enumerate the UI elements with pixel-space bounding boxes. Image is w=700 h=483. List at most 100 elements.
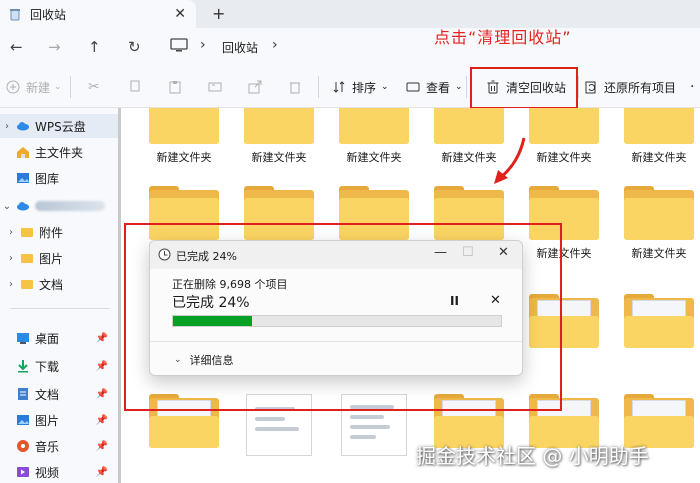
new-icon — [6, 80, 20, 94]
sidebar-item-label: 视频 — [35, 465, 60, 480]
view-label: 查看 — [426, 80, 451, 95]
sidebar-item-home[interactable]: 主文件夹 — [0, 140, 118, 164]
sidebar-item-downloads[interactable]: 下载 📌 — [0, 354, 118, 378]
music-icon — [17, 440, 29, 452]
sidebar-divider — [10, 308, 110, 309]
sidebar-item-label: 图片 — [35, 413, 60, 428]
sidebar-item-wps-cloud[interactable]: › WPS云盘 — [0, 114, 118, 138]
computer-icon[interactable] — [170, 38, 188, 52]
breadcrumb-recycle-bin[interactable]: 回收站 — [222, 39, 258, 56]
sort-button[interactable]: 排序 ⌄ — [332, 66, 389, 108]
maximize-icon[interactable]: ☐ — [462, 245, 474, 260]
dialog-titlebar[interactable]: 已完成 24% — ☐ ✕ — [150, 241, 522, 269]
dialog-description: 正在删除 9,698 个项目 — [172, 278, 288, 291]
progress-text: 已完成 24% — [172, 295, 250, 311]
minimize-icon[interactable]: — — [434, 245, 447, 260]
cancel-icon[interactable]: ✕ — [490, 293, 501, 308]
cloud-icon — [17, 122, 29, 131]
pin-icon[interactable]: 📌 — [96, 389, 108, 400]
folder-icon — [624, 108, 694, 144]
folder-icon — [339, 108, 409, 144]
refresh-icon[interactable]: ↻ — [128, 38, 141, 56]
folder-icon — [624, 186, 694, 240]
picture-icon — [17, 415, 29, 425]
desktop-icon — [17, 333, 29, 344]
pause-icon[interactable]: II — [450, 294, 459, 308]
restore-all-button[interactable]: 还原所有项目 — [584, 66, 676, 108]
chevron-right-icon[interactable]: › — [272, 37, 278, 53]
restore-icon — [585, 81, 596, 94]
back-icon[interactable]: ← — [10, 38, 23, 56]
folder-icon — [21, 228, 33, 237]
cut-icon[interactable]: ✂ — [88, 66, 100, 108]
sidebar-item-label: 图片 — [39, 251, 64, 266]
new-tab-icon[interactable]: + — [212, 4, 225, 23]
dialog-title: 已完成 24% — [176, 250, 237, 263]
chevron-right-icon[interactable]: › — [0, 121, 14, 132]
sidebar-item-label: 下载 — [35, 359, 60, 374]
close-icon[interactable]: ✕ — [498, 245, 509, 260]
share-icon[interactable] — [248, 66, 268, 108]
sidebar-item-account[interactable]: ⌄ — [0, 194, 118, 218]
chevron-right-icon[interactable]: › — [4, 279, 18, 290]
sidebar-item-pictures-cloud[interactable]: › 图片 — [0, 246, 118, 270]
video-icon — [17, 467, 29, 477]
sort-label: 排序 — [352, 80, 377, 95]
toolbar-divider — [466, 76, 467, 98]
pin-icon[interactable]: 📌 — [96, 333, 108, 344]
copy-icon[interactable] — [128, 66, 148, 108]
chevron-right-icon[interactable]: › — [4, 227, 18, 238]
more-options-icon[interactable]: · — [690, 66, 694, 108]
progress-bar-fill — [173, 316, 252, 326]
sidebar-item-label: 主文件夹 — [35, 145, 84, 160]
folder-item[interactable] — [614, 294, 700, 348]
gallery-icon — [17, 173, 29, 183]
paste-icon[interactable] — [168, 66, 188, 108]
folder-icon — [244, 108, 314, 144]
folder-item[interactable]: 新建文件夹 — [139, 108, 229, 165]
delete-progress-dialog: 已完成 24% — ☐ ✕ 正在删除 9,698 个项目 已完成 24% II … — [149, 240, 523, 376]
folder-item[interactable]: 新建文件夹 — [329, 108, 419, 165]
sidebar-item-attachments[interactable]: › 附件 — [0, 220, 118, 244]
delete-icon[interactable] — [288, 66, 308, 108]
folder-item[interactable]: 新建文件夹 — [519, 108, 609, 165]
rename-icon[interactable] — [208, 66, 228, 108]
new-button[interactable]: 新建 ⌄ — [6, 66, 62, 108]
sidebar-item-label: 图库 — [35, 171, 60, 186]
folder-icon — [149, 108, 219, 144]
chevron-right-icon: › — [200, 37, 206, 53]
folder-item[interactable]: 新建文件夹 — [614, 186, 700, 261]
pin-icon[interactable]: 📌 — [96, 441, 108, 452]
folder-name: 新建文件夹 — [631, 151, 687, 164]
pin-icon[interactable]: 📌 — [96, 415, 108, 426]
sidebar-item-documents[interactable]: 文档 📌 — [0, 382, 118, 406]
folder-item[interactable]: 新建文件夹 — [234, 108, 324, 165]
more-details-button[interactable]: ⌄ 详细信息 — [174, 352, 234, 368]
watermark: 掘金技术社区 @ 小明助手 — [416, 444, 649, 468]
up-icon[interactable]: ↑ — [88, 38, 101, 56]
sidebar-item-videos[interactable]: 视频 📌 — [0, 460, 118, 483]
view-icon — [406, 82, 420, 92]
pin-icon[interactable]: 📌 — [96, 467, 108, 478]
view-button[interactable]: 查看 ⌄ — [406, 66, 463, 108]
pin-icon[interactable]: 📌 — [96, 361, 108, 372]
toolbar-divider — [70, 76, 71, 98]
clock-icon — [158, 248, 171, 261]
chevron-right-icon[interactable]: › — [4, 253, 18, 264]
close-tab-icon[interactable]: ✕ — [174, 6, 186, 22]
sidebar-item-desktop[interactable]: 桌面 📌 — [0, 326, 118, 350]
forward-icon[interactable]: → — [48, 38, 61, 56]
sidebar-item-pictures[interactable]: 图片 📌 — [0, 408, 118, 432]
sidebar-item-documents-cloud[interactable]: › 文档 — [0, 272, 118, 296]
chevron-down-icon[interactable]: ⌄ — [0, 201, 14, 212]
sidebar: › WPS云盘 主文件夹 图库 ⌄ › 附件 › 图片 › 文档 桌面 📌 下载… — [0, 108, 118, 483]
folder-icon — [21, 280, 33, 289]
folder-item[interactable]: 新建文件夹 — [614, 108, 700, 165]
sidebar-item-label: 文档 — [39, 277, 64, 292]
sidebar-item-music[interactable]: 音乐 📌 — [0, 434, 118, 458]
sidebar-item-gallery[interactable]: 图库 — [0, 166, 118, 190]
folder-icon — [529, 108, 599, 144]
tab-recycle-bin[interactable]: 回收站 ✕ — [0, 0, 196, 28]
folder-icon — [21, 254, 33, 263]
sidebar-item-label: 桌面 — [35, 331, 60, 346]
